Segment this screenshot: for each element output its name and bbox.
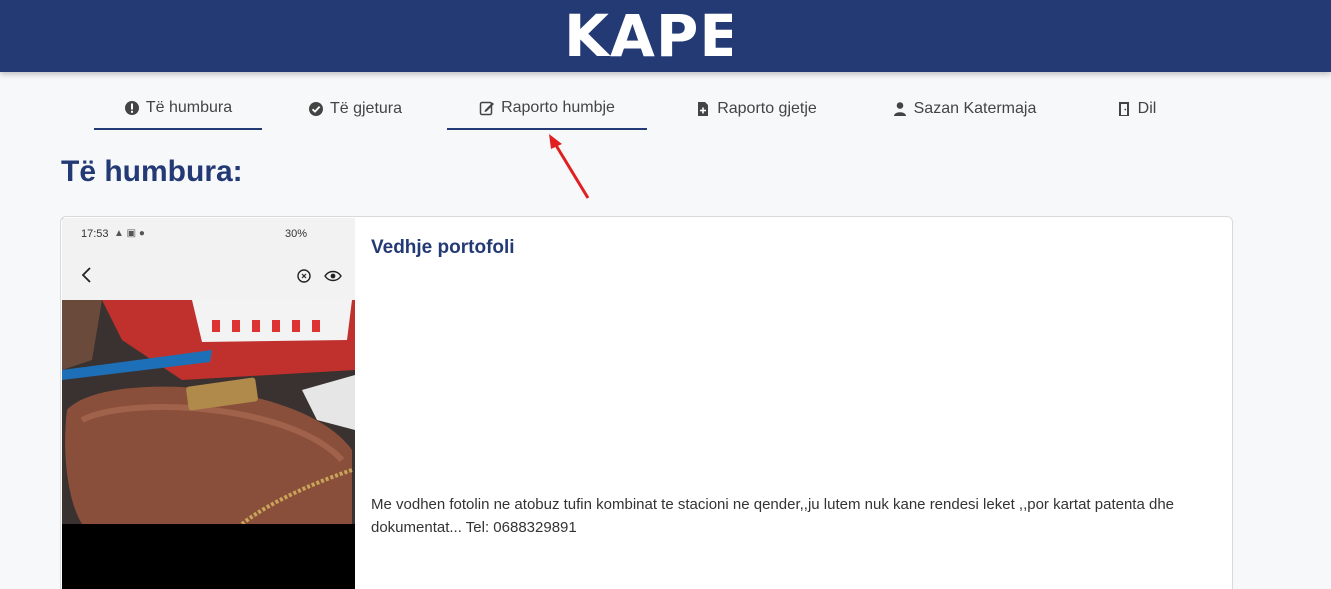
status-icons: ▲ ▣ ●	[114, 228, 145, 239]
tab-label: Dil	[1137, 100, 1157, 117]
svg-text:KAPE: KAPE	[564, 2, 732, 62]
item-photo[interactable]: 17:53 ▲ ▣ ● 30%	[62, 218, 355, 589]
exclamation-circle-icon	[124, 101, 139, 115]
tab-te-gjetura[interactable]: Të gjetura	[300, 88, 410, 130]
tab-user-profile[interactable]: Sazan Katermaja	[888, 88, 1040, 130]
tab-raporto-gjetje[interactable]: Raporto gjetje	[686, 88, 826, 130]
tab-label: Të gjetura	[329, 100, 403, 117]
tab-label: Raporto humbje	[501, 99, 615, 116]
page-title: Të humbura:	[61, 155, 243, 188]
door-icon	[1118, 102, 1129, 116]
main-nav: Të humbura Të gjetura Raporto humbje Rap…	[0, 88, 1331, 132]
lost-item-card[interactable]: 17:53 ▲ ▣ ● 30% Vedhje portofoli Me vodh…	[60, 216, 1233, 589]
tab-dil[interactable]: Dil	[1106, 88, 1166, 130]
tab-label: Sazan Katermaja	[913, 100, 1037, 117]
back-arrow-icon	[81, 267, 91, 283]
status-time: 17:53	[81, 228, 109, 240]
tab-te-humbura[interactable]: Të humbura	[94, 88, 262, 130]
tab-label: Të humbura	[145, 99, 233, 116]
photo-phone-status: 17:53 ▲ ▣ ● 30%	[62, 218, 355, 300]
edit-icon	[479, 101, 495, 116]
eye-icon	[297, 269, 342, 283]
card-description: Me vodhen fotolin ne atobuz tufin kombin…	[371, 496, 1175, 536]
top-header: KAPE	[0, 0, 1331, 72]
wallet-image	[62, 300, 355, 524]
file-plus-icon	[698, 102, 709, 116]
annotation-arrow	[549, 134, 590, 199]
tab-label: Raporto gjetje	[717, 100, 817, 117]
check-circle-icon	[308, 102, 323, 116]
kape-logo[interactable]: KAPE	[562, 2, 732, 62]
tab-raporto-humbje[interactable]: Raporto humbje	[447, 88, 647, 130]
user-icon	[893, 102, 906, 116]
status-battery: 30%	[285, 228, 308, 240]
card-title[interactable]: Vedhje portofoli	[371, 237, 515, 259]
